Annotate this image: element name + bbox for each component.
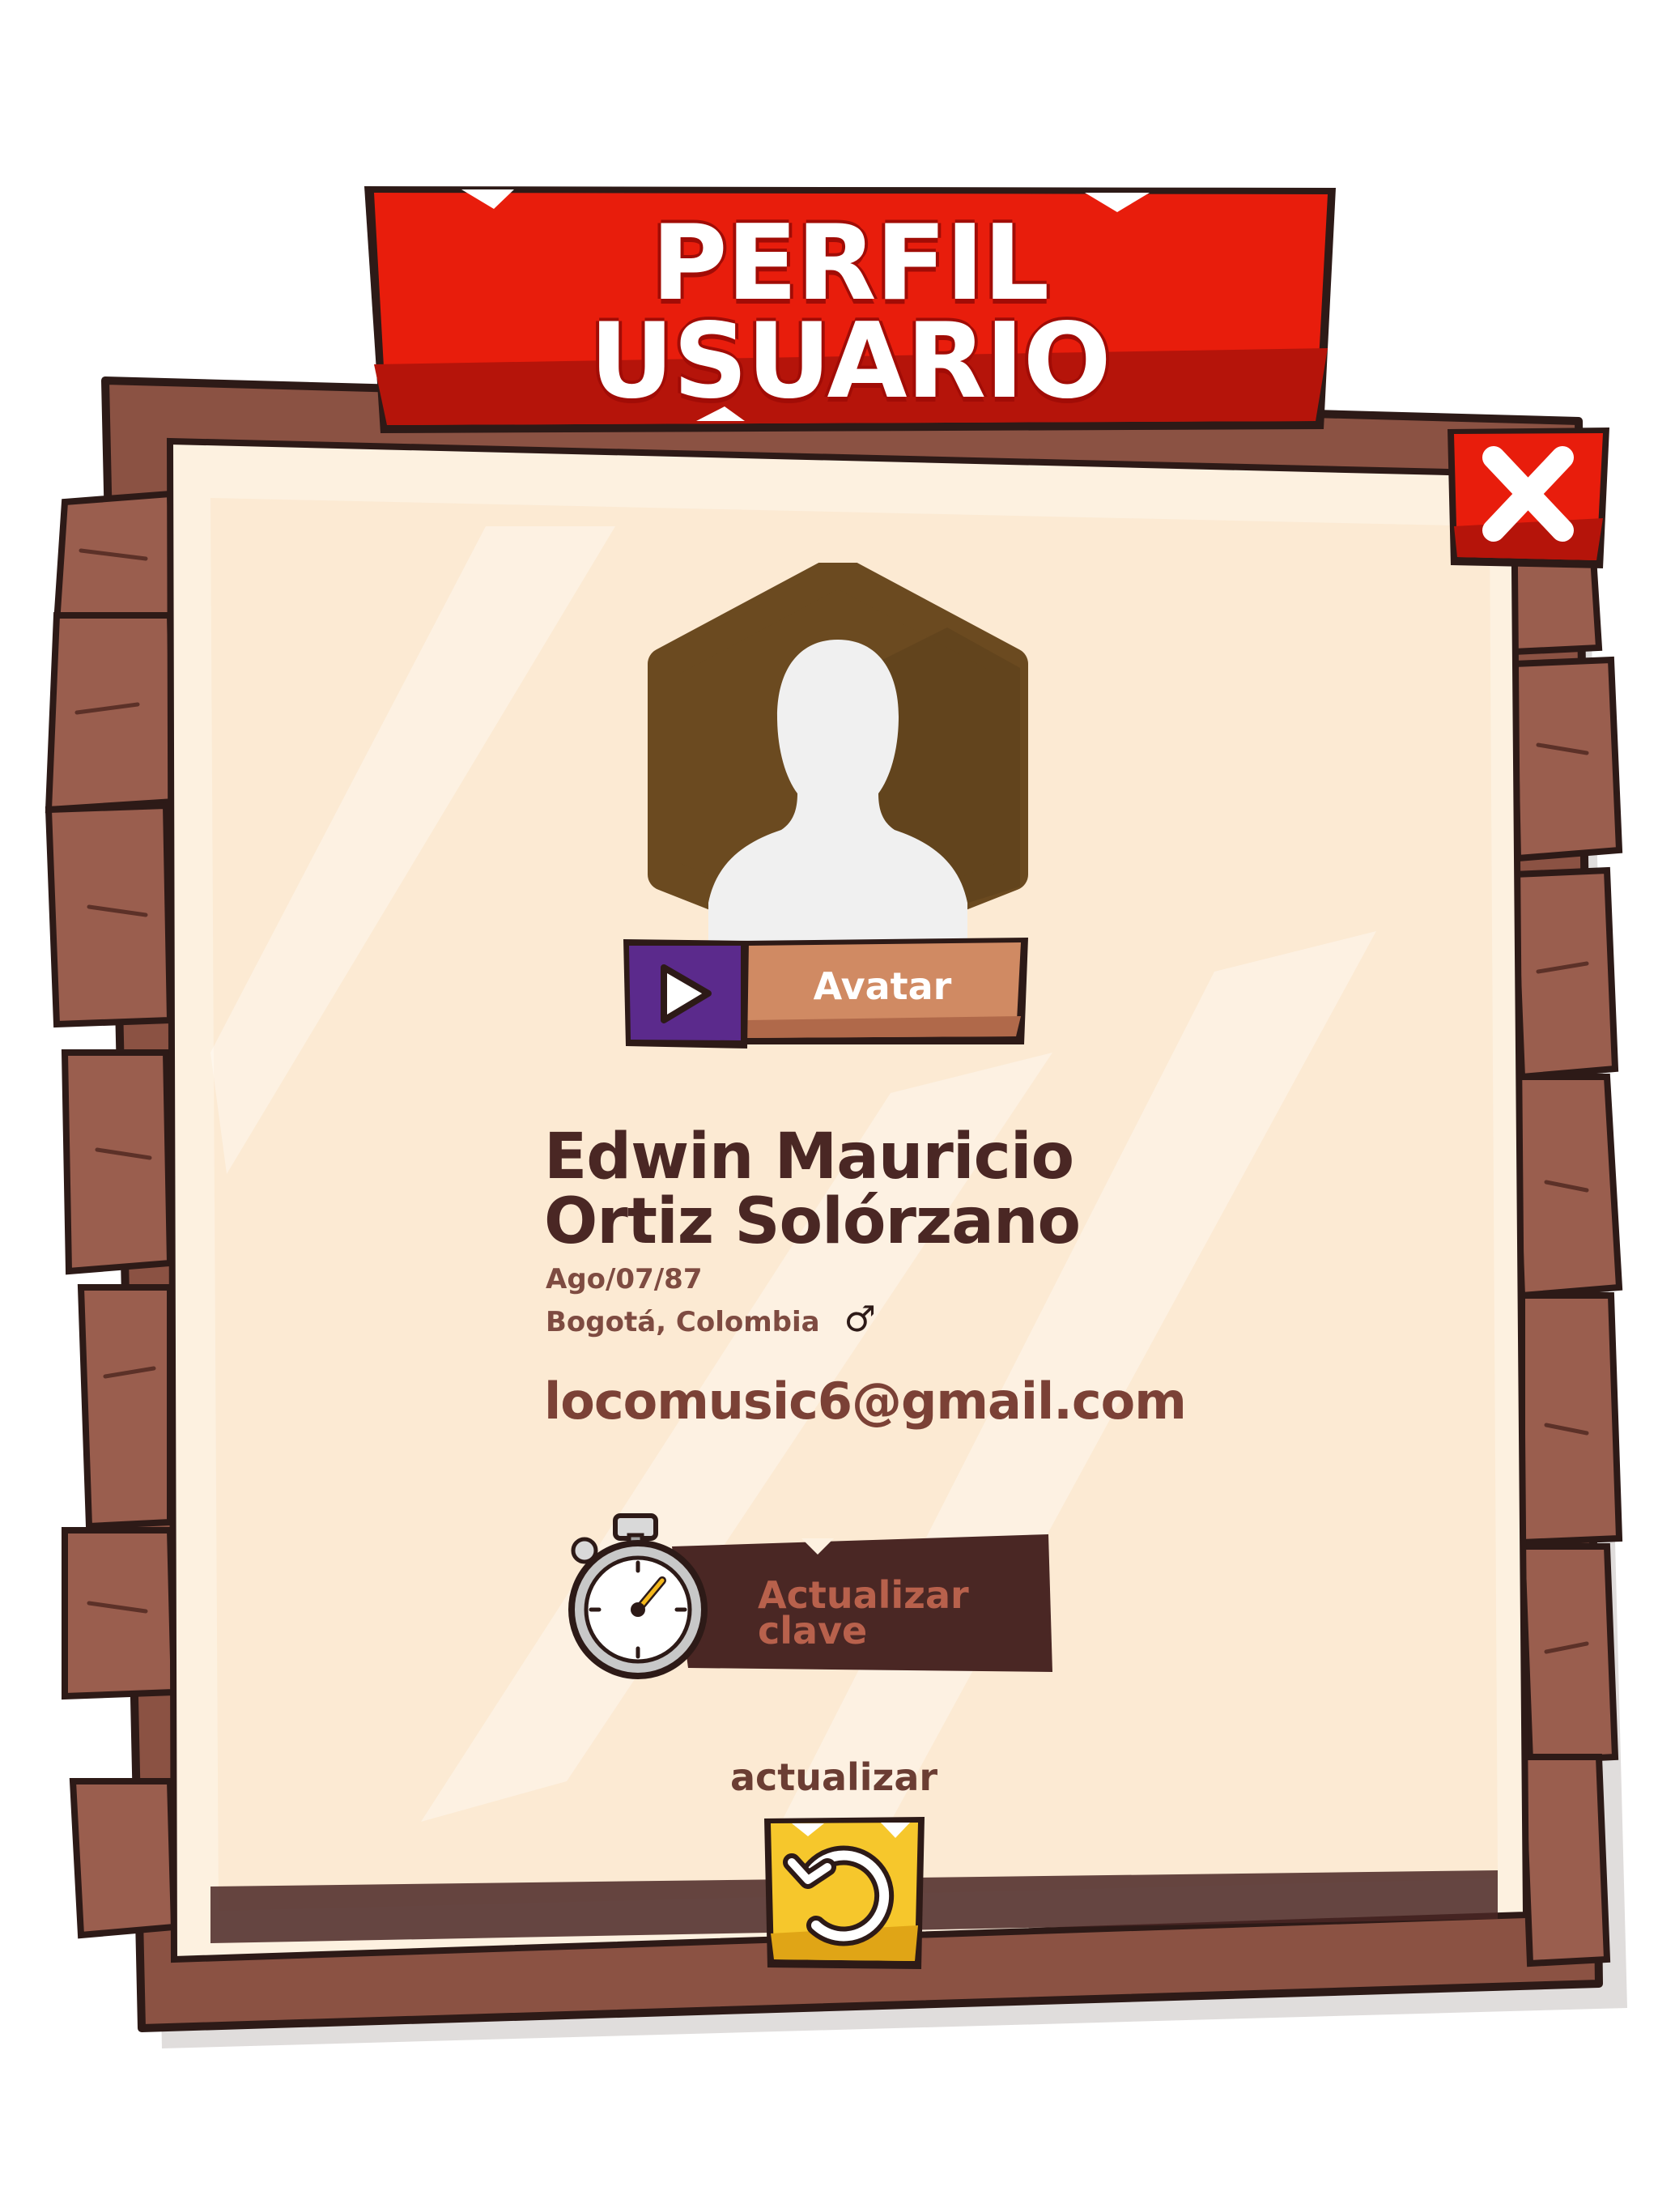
change-password-label: Actualizar clave	[758, 1573, 1001, 1653]
change-password-line-2: clave	[758, 1609, 868, 1653]
email: locomusic6@gmail.com	[544, 1372, 1187, 1431]
user-last-names: Ortiz Solórzano	[544, 1185, 1081, 1258]
avatar[interactable]	[640, 563, 1036, 951]
gender-icon: ♂	[844, 1299, 876, 1340]
location: Bogotá, Colombia	[546, 1306, 820, 1338]
close-button[interactable]	[1441, 421, 1615, 575]
birth-date: Ago/07/87	[546, 1263, 703, 1295]
stopwatch-icon	[568, 1513, 708, 1679]
refresh-label: actualizar	[729, 1755, 938, 1799]
location-row: Bogotá, Colombia ♂	[546, 1302, 876, 1338]
title-line-1: PERFIL	[651, 203, 1049, 324]
user-first-names: Edwin Mauricio	[544, 1121, 1074, 1193]
refresh-button[interactable]	[759, 1812, 929, 1974]
title-line-2: USUARIO	[589, 301, 1111, 422]
change-password-line-1: Actualizar	[758, 1573, 969, 1617]
avatar-button-label: Avatar	[813, 964, 952, 1008]
